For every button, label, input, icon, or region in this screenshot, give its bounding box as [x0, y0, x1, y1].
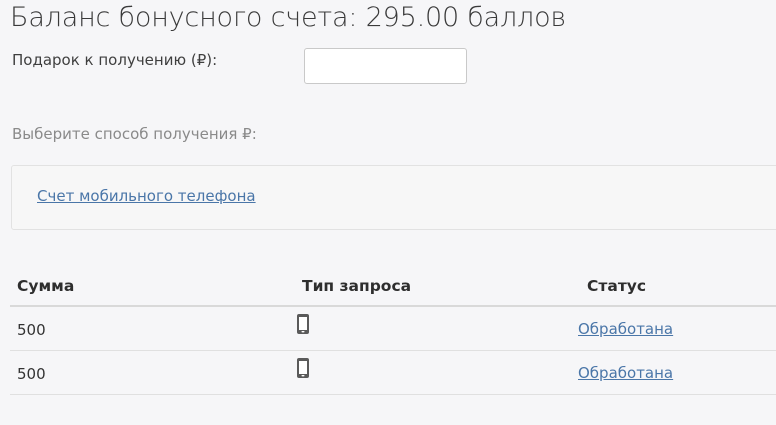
method-panel: Счет мобильного телефона: [11, 165, 776, 230]
row-sum: 500: [17, 365, 46, 383]
table-row: 500 Обработана: [10, 307, 776, 351]
mobile-phone-icon: [297, 314, 309, 334]
mobile-phone-account-link[interactable]: Счет мобильного телефона: [37, 187, 256, 205]
history-table: Сумма Тип запроса Статус 500 Обработана …: [10, 265, 776, 395]
row-sum: 500: [17, 321, 46, 339]
column-header-sum: Сумма: [17, 277, 75, 295]
row-status-link[interactable]: Обработана: [578, 364, 673, 382]
column-header-request-type: Тип запроса: [302, 277, 412, 295]
column-header-status: Статус: [587, 277, 647, 295]
gift-amount-label: Подарок к получению (₽):: [12, 51, 218, 69]
row-status-link[interactable]: Обработана: [578, 320, 673, 338]
gift-amount-input[interactable]: [304, 48, 467, 84]
method-label: Выберите способ получения ₽:: [12, 125, 257, 143]
table-row: 500 Обработана: [10, 351, 776, 395]
history-table-header: Сумма Тип запроса Статус: [10, 265, 776, 307]
balance-title: Баланс бонусного счета: 295.00 баллов: [10, 2, 567, 33]
mobile-phone-icon: [297, 358, 309, 378]
